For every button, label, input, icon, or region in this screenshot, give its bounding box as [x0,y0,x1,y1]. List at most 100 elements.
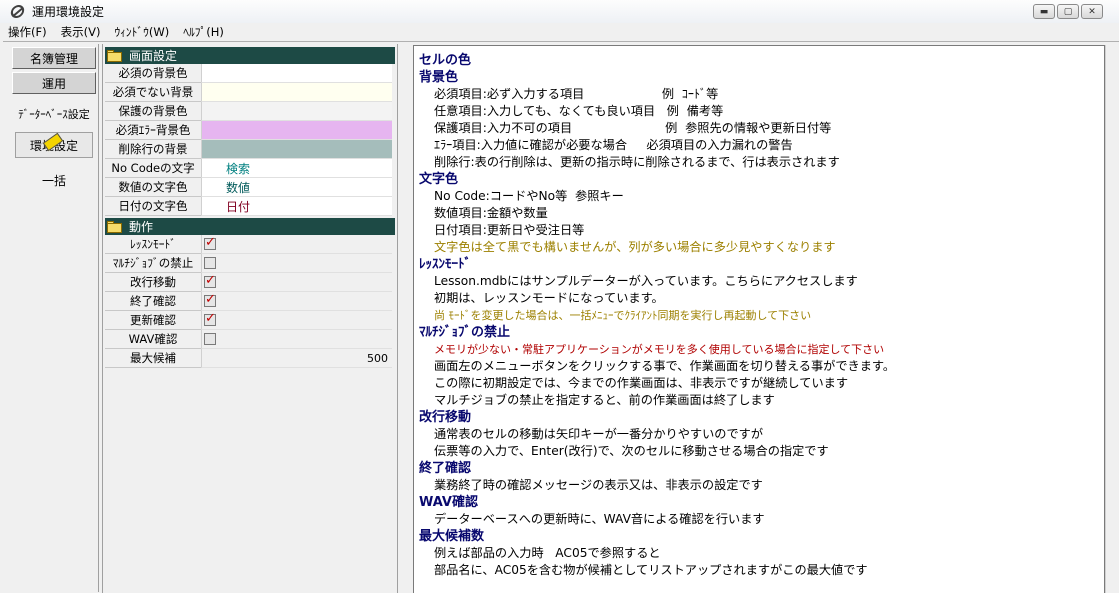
checkmark-icon: ✓ [205,311,216,326]
row-label: 日付の文字色 [105,197,201,216]
database-settings-link[interactable]: ﾃﾞｰﾀｰﾍﾞｰｽ設定 [9,106,99,122]
row-label: 必須でない背景 [105,83,201,102]
action-settings-title: 動作 [129,220,154,234]
wav-confirm-heading: WAV確認 [419,495,478,510]
checkmark-icon: ✓ [205,292,216,307]
help-line: 通常表のセルの移動は矢印キーが一番分かりやすいのですが [434,427,764,441]
settings-row: 必須ｴﾗｰ背景色 [105,121,395,140]
menu-help[interactable]: ﾍﾙﾌﾟ(H) [175,24,230,40]
lesson-mode-checkbox[interactable]: ✓ [204,235,218,251]
row-label: 必須の背景色 [105,64,201,83]
max-candidates-heading: 最大候補数 [419,529,485,544]
help-line: 例えば部品の入力時 AC05で参照すると [434,546,661,560]
row-label: WAV確認 [105,330,201,349]
multijob-cell [201,254,392,273]
folder-icon [107,220,123,233]
help-line: No Code:コードやNo等 参照キー [434,189,624,203]
number-text-sample[interactable]: 数値 [201,178,392,197]
minimize-icon[interactable]: ▬ [1033,4,1055,19]
settings-row: 必須でない背景 [105,83,395,102]
help-line: 数値項目:金額や数量 [434,206,548,220]
help-warning: メモリが少ない・常駐アプリケーションがメモリを多く使用している場合に指定して下さ… [434,343,885,356]
environment-settings-button[interactable]: 環境設定 [15,132,93,158]
nav-panel: 名簿管理 運用 ﾃﾞｰﾀｰﾍﾞｰｽ設定 環境設定 一括 [9,44,99,592]
row-label: 保護の背景色 [105,102,201,121]
settings-row: ﾏﾙﾁｼﾞｮﾌﾞの禁止 [105,254,395,273]
help-line: 日付項目:更新日や受注日等 [434,223,585,237]
help-line: この際に初期設定では、今までの作業画面は、非表示ですが継続しています [434,376,849,390]
row-label: ﾚｯｽﾝﾓｰﾄﾞ [105,235,201,254]
row-label: 削除行の背景 [105,140,201,159]
close-icon[interactable]: ✕ [1081,4,1103,19]
deleted-bg-swatch[interactable] [201,140,392,159]
window-controls: ▬ ▢ ✕ [1033,4,1103,19]
wav-confirm-cell [201,330,392,349]
checkmark-icon: ✓ [205,235,216,250]
title-bar: 運用環境設定 ▬ ▢ ✕ [0,0,1119,23]
lesson-mode-heading: ﾚｯｽﾝﾓｰﾄﾞ [419,257,471,272]
required-bg-swatch[interactable] [201,64,392,83]
row-label: 必須ｴﾗｰ背景色 [105,121,201,140]
settings-row: 必須の背景色 [105,64,395,83]
max-candidates-input[interactable]: 500 [201,349,392,368]
update-confirm-cell: ✓ [201,311,392,330]
screen-settings-title: 画面設定 [129,49,178,63]
help-line: ｴﾗｰ項目:入力値に確認が必要な場合 必須項目の入力漏れの警告 [434,138,793,152]
help-line: Lesson.mdbにはサンプルデーターが入っています。こちらにアクセスします [434,274,858,288]
protected-bg-swatch[interactable] [201,102,392,121]
help-note: 文字色は全て黒でも構いませんが、列が多い場合に多少見やすくなります [434,240,836,254]
help-document: セルの色 背景色 必須項目:必ず入力する項目 例 ｺｰﾄﾞ等 任意項目:入力して… [419,52,1099,579]
settings-row: 数値の文字色 数値 [105,178,395,197]
settings-row: 最大候補 500 [105,349,395,368]
row-label: No Codeの文字 [105,159,201,178]
multijob-checkbox[interactable] [204,256,218,270]
batch-link[interactable]: 一括 [9,172,99,189]
client-area: 名簿管理 運用 ﾃﾞｰﾀｰﾍﾞｰｽ設定 環境設定 一括 画面設定 必須の背景色 … [3,41,1119,593]
optional-bg-swatch[interactable] [201,83,392,102]
settings-row: 終了確認 ✓ [105,292,395,311]
row-label: 終了確認 [105,292,201,311]
menu-operation[interactable]: 操作(F) [0,24,53,40]
folder-icon [107,49,123,62]
row-label: 更新確認 [105,311,201,330]
settings-row: WAV確認 [105,330,395,349]
nocode-text-sample[interactable]: 検索 [201,159,392,178]
settings-row: 改行移動 ✓ [105,273,395,292]
date-text-sample[interactable]: 日付 [201,197,392,216]
window-title: 運用環境設定 [32,5,105,19]
action-settings-header: 動作 [105,218,395,235]
help-note: 尚 ﾓｰﾄﾞを変更した場合は、一括ﾒﾆｭｰでｸﾗｲｱﾝﾄ同期を実行し再起動して下… [434,309,812,322]
update-confirm-checkbox[interactable]: ✓ [204,311,218,327]
help-line: 画面左のメニューボタンをクリックする事で、作業画面を切り替える事ができます。 [434,359,896,373]
newline-move-checkbox[interactable]: ✓ [204,274,218,289]
maximize-icon[interactable]: ▢ [1057,4,1079,19]
multijob-heading: ﾏﾙﾁｼﾞｮﾌﾞの禁止 [419,325,511,340]
settings-row: 保護の背景色 [105,102,395,121]
help-line: 伝票等の入力で、Enter(改行)で、次のセルに移動させる場合の指定です [434,444,829,458]
action-settings-grid: 動作 ﾚｯｽﾝﾓｰﾄﾞ ✓ ﾏﾙﾁｼﾞｮﾌﾞの禁止 改行移動 ✓ 終了確認 ✓ … [105,218,395,368]
help-panel: セルの色 背景色 必須項目:必ず入力する項目 例 ｺｰﾄﾞ等 任意項目:入力して… [413,45,1105,593]
settings-row: 削除行の背景 [105,140,395,159]
roster-button[interactable]: 名簿管理 [12,47,96,69]
app-icon [9,4,26,20]
newline-move-heading: 改行移動 [419,410,472,425]
help-line: 部品名に、AC05を含む物が候補としてリストアップされますがこの最大値です [434,563,868,577]
settings-row: No Codeの文字 検索 [105,159,395,178]
operation-button[interactable]: 運用 [12,72,96,94]
error-bg-swatch[interactable] [201,121,392,140]
text-color-heading: 文字色 [419,172,459,187]
help-scrollbar[interactable] [1105,45,1119,593]
help-line: 保護項目:入力不可の項目 例 参照先の情報や更新日付等 [434,121,832,135]
row-label: 最大候補 [105,349,201,368]
exit-confirm-checkbox[interactable]: ✓ [204,292,218,308]
wav-confirm-checkbox[interactable] [204,332,218,346]
help-line: マルチジョブの禁止を指定すると、前の作業画面は終了します [434,393,775,407]
menu-view[interactable]: 表示(V) [53,24,107,40]
help-line: 業務終了時の確認メッセージの表示又は、非表示の設定です [434,478,763,492]
settings-row: 日付の文字色 日付 [105,197,395,216]
lesson-mode-cell: ✓ [201,235,392,254]
settings-row: 更新確認 ✓ [105,311,395,330]
menu-window[interactable]: ｳｨﾝﾄﾞｳ(W) [106,24,175,40]
help-line: データーベースへの更新時に、WAV音による確認を行います [434,512,765,526]
help-title: セルの色 [419,53,472,68]
